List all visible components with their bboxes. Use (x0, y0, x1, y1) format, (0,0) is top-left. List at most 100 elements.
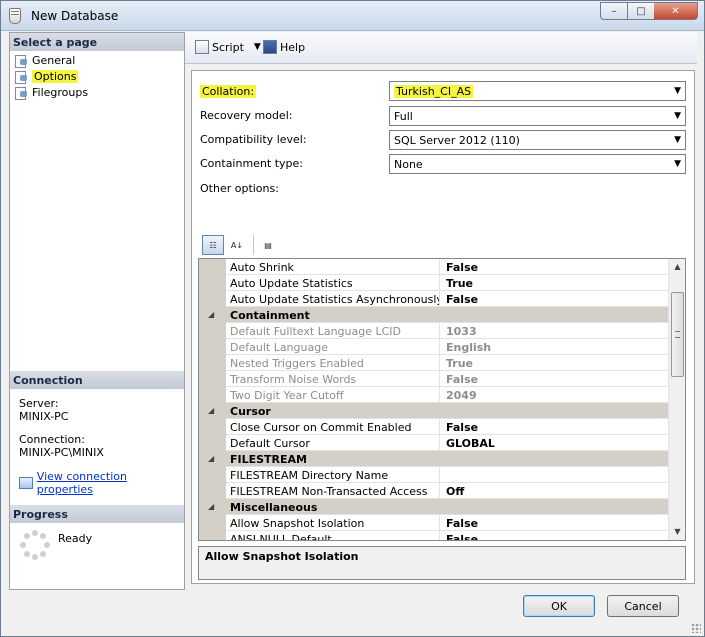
grid-property-row[interactable]: Two Digit Year Cutoff 2049 (199, 387, 668, 403)
property-value[interactable]: False (442, 419, 668, 435)
property-value[interactable]: True (442, 275, 668, 291)
link-label: View connection properties (36, 470, 128, 496)
property-description: Allow Snapshot Isolation (198, 546, 686, 580)
grid-property-row[interactable]: Default Cursor GLOBAL (199, 435, 668, 451)
grid-category-row[interactable]: ◢ FILESTREAM (199, 451, 668, 467)
containment-type-select[interactable]: None ▼ (389, 154, 686, 174)
minimize-button[interactable]: – (600, 2, 627, 20)
view-connection-properties-link[interactable]: View connection properties (19, 470, 184, 496)
property-value[interactable]: 1033 (442, 323, 668, 339)
alphabetical-sort-icon[interactable]: A↓ (226, 235, 248, 255)
row-gutter (199, 259, 226, 275)
script-label: Script (212, 40, 244, 54)
row-gutter (199, 515, 226, 531)
collapse-icon[interactable]: ◢ (199, 451, 226, 467)
grid-category-row[interactable]: ◢ Cursor (199, 403, 668, 419)
category-label: Containment (230, 309, 310, 322)
cancel-button[interactable]: Cancel (607, 595, 679, 617)
property-pages-icon[interactable]: ▤ (257, 235, 279, 255)
resize-grip[interactable] (691, 623, 701, 633)
property-grid: Auto Shrink False Auto Update Statistics Tr… (198, 258, 686, 541)
collation-select[interactable]: Turkish_CI_AS ▼ (389, 81, 686, 101)
row-gutter (199, 371, 226, 387)
grid-property-row[interactable]: Allow Snapshot Isolation False (199, 515, 668, 531)
grid-scrollbar[interactable]: ▲ ▼ (668, 259, 685, 540)
connection-header: Connection (10, 371, 184, 389)
property-value[interactable]: False (442, 515, 668, 531)
property-value[interactable] (442, 467, 668, 483)
compatibility-level-select[interactable]: SQL Server 2012 (110) ▼ (389, 130, 686, 150)
property-name: Default Language (226, 339, 440, 355)
row-gutter (199, 483, 226, 499)
grid-property-row[interactable]: FILESTREAM Directory Name (199, 467, 668, 483)
scroll-down-icon[interactable]: ▼ (669, 524, 685, 540)
help-label: Help (280, 40, 306, 54)
page-item-general[interactable]: General (14, 52, 75, 68)
row-gutter (199, 467, 226, 483)
property-value[interactable]: English (442, 339, 668, 355)
row-gutter (199, 323, 226, 339)
property-value[interactable]: 2049 (442, 387, 668, 403)
server-value: MINIX-PC (19, 410, 69, 423)
property-value[interactable]: False (442, 291, 668, 307)
containment-type-value: None (394, 158, 423, 171)
grid-category-row[interactable]: ◢ Miscellaneous (199, 499, 668, 515)
category-label: Cursor (230, 405, 271, 418)
property-value[interactable]: False (442, 531, 668, 540)
property-value[interactable]: True (442, 355, 668, 371)
maximize-button[interactable]: □ (627, 2, 654, 20)
ok-button[interactable]: OK (523, 595, 595, 617)
property-value[interactable]: False (442, 371, 668, 387)
grid-property-row[interactable]: Default Fulltext Language LCID 1033 (199, 323, 668, 339)
script-button[interactable]: Script ▼ (195, 40, 261, 54)
grid-property-row[interactable]: Transform Noise Words False (199, 371, 668, 387)
page-icon (14, 54, 28, 68)
grid-property-row[interactable]: Nested Triggers Enabled True (199, 355, 668, 371)
grid-property-row[interactable]: Auto Update Statistics True (199, 275, 668, 291)
page-item-label: Filegroups (32, 85, 89, 99)
right-pane: Script ▼ Help Collation: Turkish_CI_AS ▼… (185, 32, 697, 590)
property-value[interactable]: Off (442, 483, 668, 499)
page-item-label: General (32, 53, 76, 67)
property-value[interactable]: False (442, 259, 668, 275)
collapse-icon[interactable]: ◢ (199, 499, 226, 515)
grid-property-row[interactable]: ANSI NULL Default False (199, 531, 668, 540)
grid-property-row[interactable]: FILESTREAM Non-Transacted Access Off (199, 483, 668, 499)
close-button[interactable]: ✕ (654, 2, 698, 20)
property-value[interactable]: GLOBAL (442, 435, 668, 451)
property-name: Default Cursor (226, 435, 440, 451)
categorized-view-icon[interactable]: ☷ (202, 235, 224, 255)
chevron-down-icon[interactable]: ▼ (254, 42, 261, 52)
grid-property-row[interactable]: Auto Shrink False (199, 259, 668, 275)
property-name: Transform Noise Words (226, 371, 440, 387)
row-gutter (199, 435, 226, 451)
grid-property-row[interactable]: Default Language English (199, 339, 668, 355)
collation-label: Collation: (200, 85, 257, 98)
options-content: Collation: Turkish_CI_AS ▼ Recovery mode… (191, 70, 695, 584)
compatibility-level-value: SQL Server 2012 (110) (394, 134, 520, 147)
select-page-header: Select a page (10, 33, 184, 51)
property-grid-rows: Auto Shrink False Auto Update Statistics Tr… (199, 259, 668, 540)
title-bar[interactable]: New Database – □ ✕ (1, 1, 704, 31)
property-name: ANSI NULL Default (226, 531, 440, 540)
scroll-thumb[interactable] (671, 292, 684, 377)
row-gutter (199, 291, 226, 307)
collapse-icon[interactable]: ◢ (199, 307, 226, 323)
page-item-options[interactable]: Options (14, 68, 79, 84)
recovery-model-select[interactable]: Full ▼ (389, 106, 686, 126)
property-name: FILESTREAM Directory Name (226, 467, 440, 483)
connection-value: MINIX-PC\MINIX (19, 446, 104, 459)
grid-property-row[interactable]: Auto Update Statistics Asynchronously Fal… (199, 291, 668, 307)
grid-category-row[interactable]: ◢ Containment (199, 307, 668, 323)
collapse-icon[interactable]: ◢ (199, 403, 226, 419)
window-title: New Database (31, 9, 119, 23)
property-name: Auto Update Statistics (226, 275, 440, 291)
help-button[interactable]: Help (263, 40, 305, 54)
toolbar: Script ▼ Help (185, 32, 697, 64)
scroll-up-icon[interactable]: ▲ (669, 259, 685, 275)
row-gutter (199, 419, 226, 435)
compatibility-level-label: Compatibility level: (200, 133, 307, 146)
page-item-filegroups[interactable]: Filegroups (14, 84, 88, 100)
grid-property-row[interactable]: Close Cursor on Commit Enabled False (199, 419, 668, 435)
new-database-dialog: New Database – □ ✕ Select a page General… (0, 0, 705, 637)
